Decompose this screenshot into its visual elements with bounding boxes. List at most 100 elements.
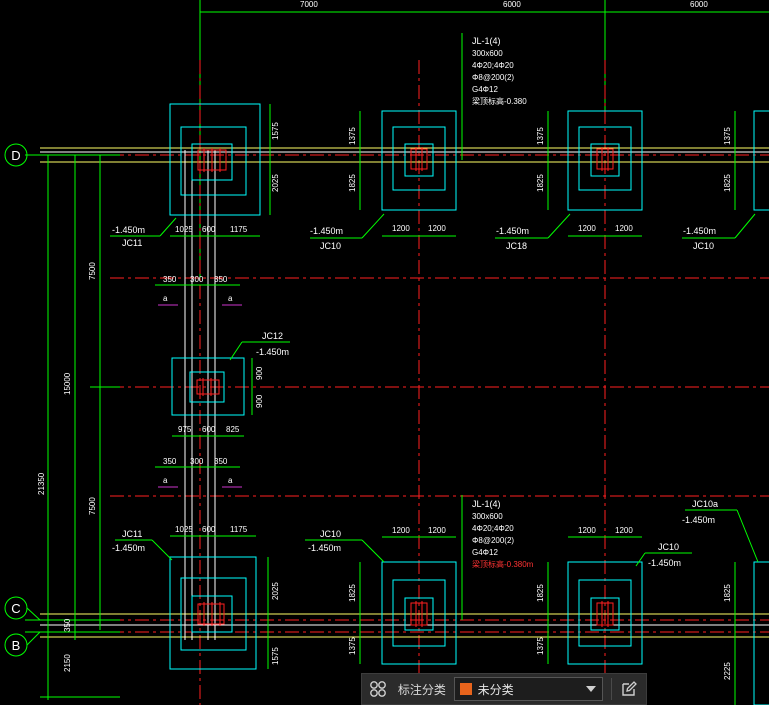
strip-upper-2: 300 xyxy=(190,275,204,284)
footing-jc10-bottom-2[interactable]: 1825 1375 1200 1200 JC10 -1.450m xyxy=(536,526,692,665)
jc10-bot-vdim-1: 1825 xyxy=(348,584,357,602)
jc12-dim-1: 975 xyxy=(178,425,192,434)
strip-lower-1: 350 xyxy=(163,457,177,466)
jc10-top-dim-1: 1200 xyxy=(392,224,410,233)
footing-jc12[interactable]: 900 900 975 600 825 JC12 -1.450m xyxy=(171,331,290,437)
jc10b2-dim-1: 1200 xyxy=(578,526,596,535)
top-dim-3: 6000 xyxy=(690,0,708,9)
jc10b2-dim-2: 1200 xyxy=(615,526,633,535)
top-dim-1: 7000 xyxy=(300,0,318,9)
footing-jc11-top[interactable]: 1575 2025 1025 600 1175 -1.450m JC11 xyxy=(110,103,280,248)
dim-left-overall: 21350 xyxy=(37,472,46,495)
toolbar-label: 标注分类 xyxy=(397,682,446,697)
jc10-bot-vdim-2: 1375 xyxy=(348,637,357,655)
jc11-top-dim-1: 1025 xyxy=(175,225,193,234)
footing-jc10-bottom[interactable]: 1825 1375 1200 1200 JC10 -1.450m xyxy=(305,526,457,665)
section-mark-1: a xyxy=(163,294,168,303)
cad-drawing-canvas[interactable]: 7000 6000 6000 7500 7500 15000 21350 350… xyxy=(0,0,769,705)
footing-jc11-bottom[interactable]: 2025 1575 1025 600 1175 JC11 -1.450m xyxy=(112,525,280,670)
dim-left-total: 15000 xyxy=(63,372,72,395)
jc18-top-vdim-1: 1375 xyxy=(536,127,545,145)
jc11-top-name: JC11 xyxy=(122,238,142,248)
grid-layout-button[interactable] xyxy=(362,674,394,704)
beam-top-side: G4Φ12 xyxy=(472,85,499,94)
jc18-top-vdim-2: 1825 xyxy=(536,174,545,192)
axis-b-label: B xyxy=(12,638,21,653)
jc11-bot-dim-1: 1025 xyxy=(175,525,193,534)
jc10r-top-vdim-2: 1825 xyxy=(723,174,732,192)
dim-left-cb: 350 xyxy=(63,618,72,632)
jc10a-vdim-2: 2225 xyxy=(723,662,732,680)
footing-jc10a[interactable]: 1825 2225 JC10a -1.450m xyxy=(682,499,769,705)
beam-bot-side: G4Φ12 xyxy=(472,548,499,557)
jc10-bot-dim-2: 1200 xyxy=(428,526,446,535)
axis-c-label: C xyxy=(11,601,20,616)
beam-top-name: JL-1(4) xyxy=(472,36,501,46)
beam-bot-stirrup: Φ8@200(2) xyxy=(472,536,514,545)
footing-jc10-top-right[interactable]: 1375 1825 -1.450m JC10 xyxy=(682,110,769,251)
jc10-bot-name: JC10 xyxy=(320,529,341,539)
jc10-bot-elev: -1.450m xyxy=(308,543,341,553)
jc10-bot-dim-1: 1200 xyxy=(392,526,410,535)
jc10r-top-elev: -1.450m xyxy=(683,226,716,236)
jc12-name: JC12 xyxy=(262,331,283,341)
grid-lines xyxy=(110,60,769,705)
section-mark-2: a xyxy=(228,294,233,303)
jc11-bot-elev: -1.450m xyxy=(112,543,145,553)
top-dim-2: 6000 xyxy=(503,0,521,9)
jc18-top-name: JC18 xyxy=(506,241,527,251)
jc10r-top-name: JC10 xyxy=(693,241,714,251)
jc10-top-dim-2: 1200 xyxy=(428,224,446,233)
jc10r-top-vdim-1: 1375 xyxy=(723,127,732,145)
beam-bot-name: JL-1(4) xyxy=(472,499,501,509)
jc10a-elev: -1.450m xyxy=(682,515,715,525)
category-dropdown[interactable]: 未分类 xyxy=(453,677,604,701)
footing-jc10-top[interactable]: 1375 1825 1200 1200 -1.450m JC10 xyxy=(310,110,457,251)
dim-left-bottom: 2150 xyxy=(63,654,72,672)
jc10a-vdim-1: 1825 xyxy=(723,584,732,602)
jc11-bot-dim-2: 600 xyxy=(202,525,216,534)
dim-left-2: 7500 xyxy=(88,497,97,515)
category-dropdown-value: 未分类 xyxy=(477,682,514,697)
edit-icon xyxy=(622,681,637,696)
edit-button[interactable] xyxy=(612,674,646,704)
beam-bot-bars: 4Φ20;4Φ20 xyxy=(472,524,514,533)
strip-upper-1: 350 xyxy=(163,275,177,284)
jc12-dim-3: 825 xyxy=(226,425,240,434)
section-mark-3: a xyxy=(163,476,168,485)
jc11-top-elev: -1.450m xyxy=(112,225,145,235)
beam-top-elev: 梁顶标高-0.380 xyxy=(472,96,527,106)
jc10b2-elev: -1.450m xyxy=(648,558,681,568)
jc12-dim-2: 600 xyxy=(202,425,216,434)
strip-dims-lower: 350 300 350 a a xyxy=(155,457,242,488)
jc11-bot-vdim-2: 1575 xyxy=(271,647,280,665)
jc12-elev: -1.450m xyxy=(256,347,289,357)
left-dimensions: 7500 7500 15000 21350 350 2150 xyxy=(25,154,120,700)
jc10-top-vdim-1: 1375 xyxy=(348,127,357,145)
strip-upper-3: 350 xyxy=(214,275,228,284)
beam-top-size: 300x600 xyxy=(472,49,503,58)
beam-bot-elev: 梁顶标高-0.380m xyxy=(472,559,534,569)
annotation-category-toolbar: 标注分类 未分类 xyxy=(361,673,647,705)
jc10-top-elev: -1.450m xyxy=(310,226,343,236)
jc12-vdim-1: 900 xyxy=(255,366,264,380)
footing-jc18-top[interactable]: 1375 1825 1200 1200 -1.450m JC18 xyxy=(495,110,643,251)
grid-icon xyxy=(370,681,386,697)
jc11-top-dim-3: 1175 xyxy=(230,225,248,234)
axis-d-label: D xyxy=(11,148,20,163)
jc10b2-name: JC10 xyxy=(658,542,679,552)
beam-top-bars: 4Φ20;4Φ20 xyxy=(472,61,514,70)
strip-dims-upper: 350 300 350 a a xyxy=(155,275,242,306)
jc18-top-dim-2: 1200 xyxy=(615,224,633,233)
jc11-top-dim-2: 600 xyxy=(202,225,216,234)
jc11-bot-dim-3: 1175 xyxy=(230,525,248,534)
beam-top-stirrup: Φ8@200(2) xyxy=(472,73,514,82)
jc10a-name: JC10a xyxy=(692,499,718,509)
jc18-top-elev: -1.450m xyxy=(496,226,529,236)
jc10-top-vdim-2: 1825 xyxy=(348,174,357,192)
dim-left-1: 7500 xyxy=(88,262,97,280)
category-color-swatch xyxy=(459,683,472,695)
jc10b2-vdim-1: 1825 xyxy=(536,584,545,602)
jc11-top-vdim-2: 2025 xyxy=(271,174,280,192)
jc11-bot-vdim-1: 2025 xyxy=(271,582,280,600)
